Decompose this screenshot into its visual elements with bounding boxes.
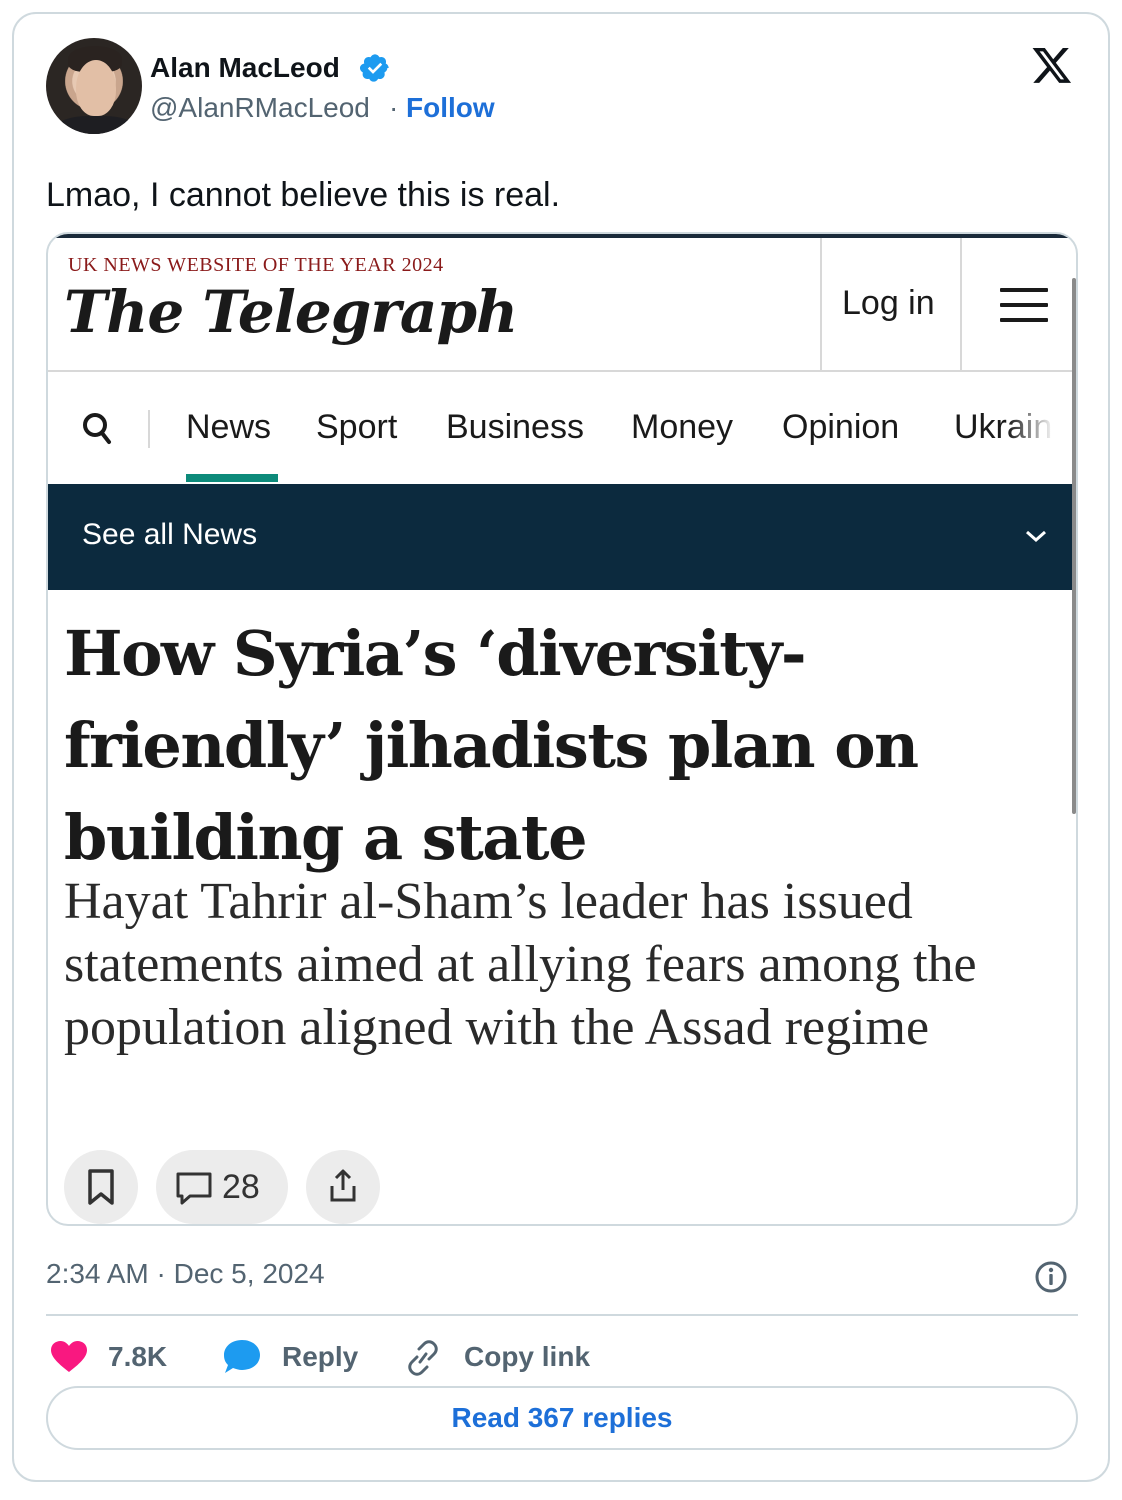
link-icon[interactable]	[404, 1340, 442, 1376]
bookmark-icon	[88, 1169, 114, 1205]
article-headline: How Syria’s ‘diversity-friendly’ jihadis…	[64, 617, 919, 874]
copy-link-button[interactable]: Copy link	[464, 1341, 590, 1373]
search-icon	[83, 413, 111, 444]
read-replies-button[interactable]: Read 367 replies	[46, 1386, 1078, 1450]
author-handle[interactable]: @AlanRMacLeod	[150, 92, 370, 124]
nav-item-business: Business	[446, 408, 584, 446]
share-button	[306, 1150, 380, 1224]
telegraph-logo: The Telegraph	[64, 278, 518, 346]
award-banner: UK NEWS WEBSITE OF THE YEAR 2024	[68, 254, 444, 276]
handle-separator: ·	[389, 92, 399, 123]
author-name[interactable]: Alan MacLeod	[150, 52, 340, 84]
verified-icon	[360, 54, 389, 82]
comment-icon	[176, 1172, 212, 1205]
login-button: Log in	[842, 284, 935, 322]
chevron-down-icon	[1026, 530, 1046, 543]
scrollbar	[1072, 278, 1076, 814]
telegraph-nav: News Sport Business Money Opinion Ukrain	[48, 372, 1074, 484]
reply-bubble-icon[interactable]	[222, 1338, 262, 1376]
tweet-card: Alan MacLeod @AlanRMacLeod · Follow Lmao…	[12, 12, 1110, 1482]
see-all-news-label: See all News	[82, 518, 258, 551]
tweet-timestamp[interactable]: 2:34 AM · Dec 5, 2024	[46, 1258, 325, 1290]
follow-button[interactable]: Follow	[406, 92, 495, 124]
see-all-news-bar: See all News	[48, 484, 1074, 590]
nav-active-underline	[186, 474, 278, 482]
telegraph-masthead: UK NEWS WEBSITE OF THE YEAR 2024 The Tel…	[48, 238, 1074, 372]
menu-icon	[1000, 288, 1048, 322]
footer-divider	[46, 1314, 1078, 1316]
info-icon[interactable]	[1034, 1260, 1068, 1294]
nav-item-money: Money	[631, 408, 734, 446]
nav-divider	[148, 410, 150, 448]
nav-item-sport: Sport	[316, 408, 398, 446]
comment-count: 28	[222, 1168, 260, 1206]
nav-item-opinion: Opinion	[782, 408, 900, 446]
like-count[interactable]: 7.8K	[108, 1341, 167, 1373]
avatar-face	[76, 60, 116, 116]
comments-button: 28	[156, 1150, 288, 1224]
avatar[interactable]	[46, 38, 142, 134]
reply-button[interactable]: Reply	[282, 1341, 358, 1373]
nav-item-news: News	[186, 408, 272, 446]
tweet-text: Lmao, I cannot believe this is real.	[46, 176, 561, 214]
embedded-screenshot[interactable]: UK NEWS WEBSITE OF THE YEAR 2024 The Tel…	[46, 232, 1078, 1226]
heart-icon[interactable]	[50, 1340, 88, 1374]
avatar-shirt	[56, 116, 136, 134]
share-icon	[330, 1169, 356, 1202]
bookmark-button	[64, 1150, 138, 1224]
login-box: Log in	[820, 238, 962, 372]
x-logo-icon[interactable]	[1030, 44, 1074, 86]
nav-fade	[1008, 392, 1074, 472]
article-standfirst: Hayat Tahrir al-Sham’s leader has issued…	[64, 873, 977, 1056]
